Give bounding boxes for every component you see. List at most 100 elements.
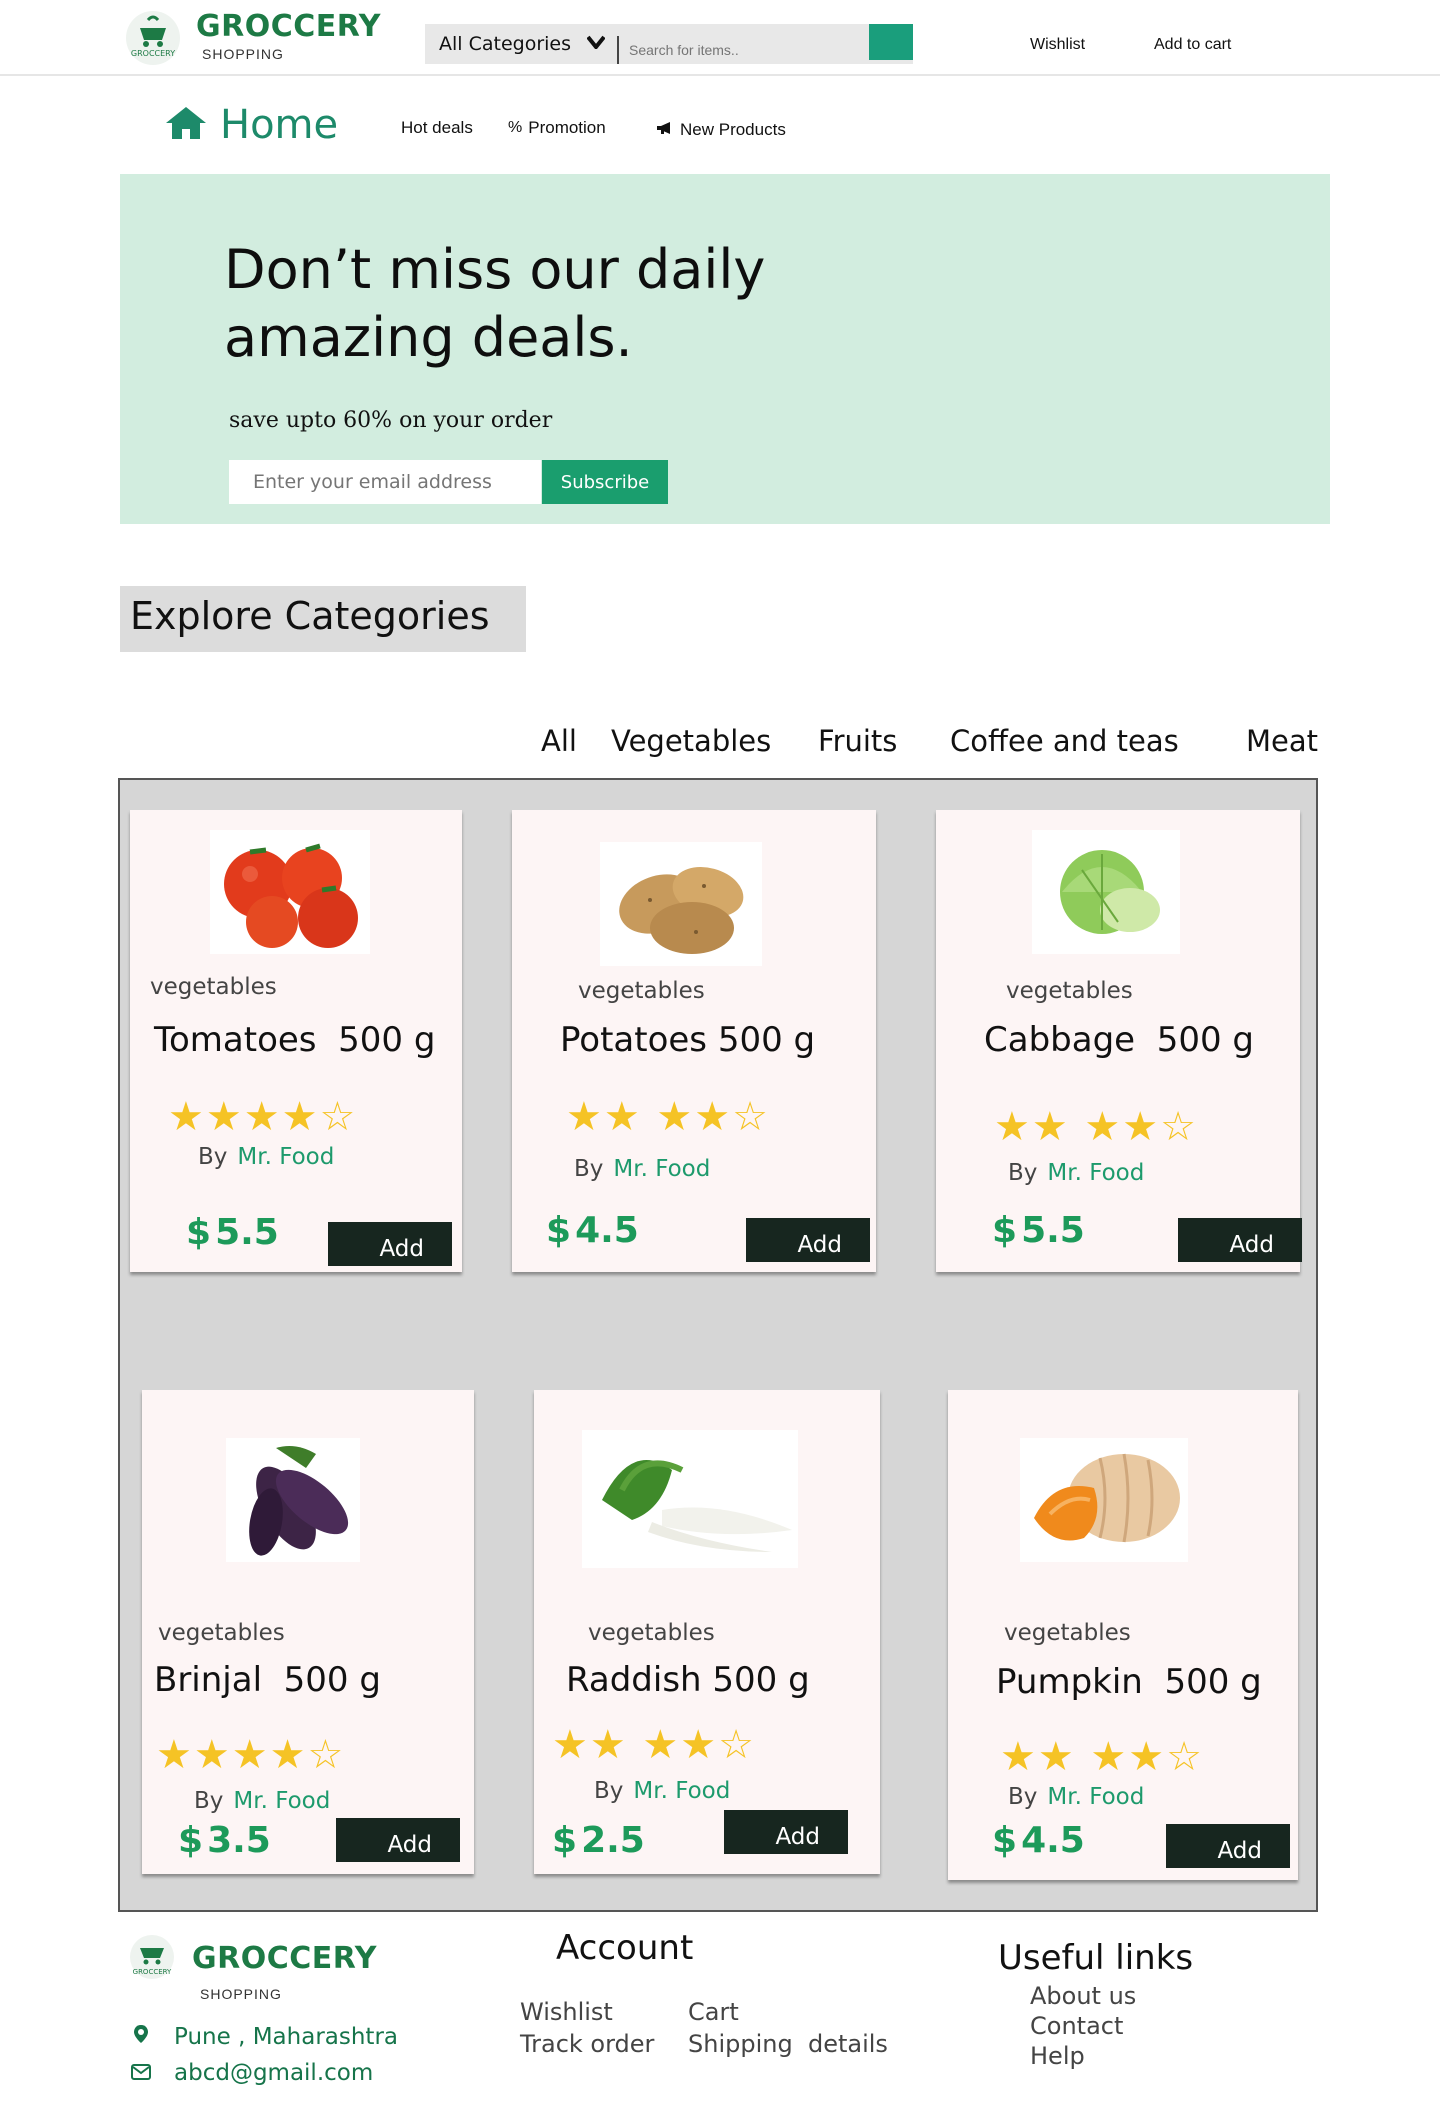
product-card[interactable]: vegetables Raddish 500 g ★★ ★★☆ By Mr. Fo… <box>534 1390 880 1874</box>
top-header: GROCCERY GROCCERY SHOPPING All Categorie… <box>0 0 1440 76</box>
product-name: Potatoes 500 g <box>560 1020 816 1060</box>
product-price: $5.5 <box>186 1212 279 1253</box>
nav-new-products[interactable]: New Products <box>656 120 786 140</box>
vendor-line: By Mr. Food <box>198 1144 335 1170</box>
search-bar: All Categories <box>425 24 913 64</box>
product-category: vegetables <box>150 974 277 1000</box>
add-to-cart-link[interactable]: Add to cart <box>1154 36 1231 54</box>
subscribe-button[interactable]: Subscribe <box>542 460 668 504</box>
product-category: vegetables <box>578 978 705 1004</box>
footer-link-wishlist[interactable]: Wishlist <box>520 1998 613 2026</box>
nav-home-label: Home <box>220 102 339 148</box>
footer-location-text: Pune , Maharashtra <box>174 2024 398 2050</box>
product-name: Pumpkin 500 g <box>996 1662 1262 1702</box>
product-grid: vegetables Tomatoes 500 g ★★★★☆ By Mr. Fo… <box>118 778 1318 1912</box>
vendor-line: By Mr. Food <box>574 1156 711 1182</box>
add-button[interactable]: Add <box>328 1222 452 1266</box>
filter-tab-fruits[interactable]: Fruits <box>818 724 897 758</box>
product-card[interactable]: vegetables Potatoes 500 g ★★ ★★☆ By Mr. F… <box>512 810 876 1272</box>
footer-link-cart[interactable]: Cart <box>688 1998 739 2026</box>
product-name: Cabbage 500 g <box>984 1020 1254 1060</box>
category-select[interactable]: All Categories <box>425 24 617 64</box>
add-button[interactable]: Add <box>1166 1824 1290 1868</box>
nav-promotion[interactable]: % Promotion <box>508 118 606 138</box>
search-button[interactable] <box>869 24 913 60</box>
add-button[interactable]: Add <box>1178 1218 1302 1262</box>
brand-tagline: SHOPPING <box>202 46 284 62</box>
category-select-label: All Categories <box>439 33 572 55</box>
rating-stars: ★★ ★★☆ <box>994 1104 1199 1150</box>
svg-text:GROCCERY: GROCCERY <box>131 49 175 58</box>
hero-subtitle: save upto 60% on your order <box>229 408 553 433</box>
footer-link-help[interactable]: Help <box>1030 2042 1085 2070</box>
home-icon <box>164 105 208 145</box>
wishlist-link[interactable]: Wishlist <box>1030 36 1085 54</box>
footer-account-title: Account <box>556 1928 694 1968</box>
footer-brand-name: GROCCERY <box>192 1941 377 1976</box>
product-card[interactable]: vegetables Tomatoes 500 g ★★★★☆ By Mr. Fo… <box>130 810 462 1272</box>
footer-location: Pune , Maharashtra <box>130 2024 398 2050</box>
potatoes-image <box>600 842 762 966</box>
product-price: $4.5 <box>546 1210 639 1251</box>
footer-email-text: abcd@gmail.com <box>174 2060 374 2086</box>
vendor-link[interactable]: Mr. Food <box>233 1788 330 1814</box>
product-name: Raddish 500 g <box>566 1660 810 1700</box>
product-category: vegetables <box>1006 978 1133 1004</box>
footer-link-shipping-details[interactable]: Shipping details <box>688 2030 888 2058</box>
add-button[interactable]: Add <box>336 1818 460 1862</box>
rating-stars: ★★ ★★☆ <box>566 1094 771 1140</box>
filter-tab-coffee-and-teas[interactable]: Coffee and teas <box>950 724 1179 758</box>
vendor-line: By Mr. Food <box>1008 1160 1145 1186</box>
footer-email[interactable]: abcd@gmail.com <box>130 2060 373 2086</box>
footer-link-track-order[interactable]: Track order <box>520 2030 654 2058</box>
chevron-down-icon <box>586 35 606 53</box>
product-name: Tomatoes 500 g <box>154 1020 436 1060</box>
nav-new-products-label: New Products <box>680 120 786 139</box>
brand-name: GROCCERY <box>196 9 381 44</box>
add-button[interactable]: Add <box>746 1218 870 1262</box>
filter-tab-all[interactable]: All <box>541 724 577 758</box>
logo-badge-icon: GROCCERY <box>122 1934 182 1980</box>
rating-stars: ★★★★☆ <box>156 1732 346 1778</box>
product-name: Brinjal 500 g <box>154 1660 381 1700</box>
nav-hot-deals[interactable]: Hot deals <box>401 118 473 138</box>
hero-title: Don’t miss our daily amazing deals. <box>224 238 766 369</box>
footer-brand-logo[interactable]: GROCCERY GROCCERY SHOPPING <box>122 1934 377 2002</box>
product-price: $3.5 <box>178 1820 271 1861</box>
cabbage-image <box>1032 830 1180 954</box>
vendor-link[interactable]: Mr. Food <box>1047 1160 1144 1186</box>
brand-logo[interactable]: GROCCERY GROCCERY SHOPPING <box>120 10 381 66</box>
product-card[interactable]: vegetables Cabbage 500 g ★★ ★★☆ By Mr. Fo… <box>936 810 1302 1272</box>
product-price: $5.5 <box>992 1210 1085 1251</box>
product-card[interactable]: vegetables Pumpkin 500 g ★★ ★★☆ By Mr. Fo… <box>948 1390 1298 1880</box>
product-card[interactable]: vegetables Brinjal 500 g ★★★★☆ By Mr. Foo… <box>142 1390 474 1874</box>
nav-promotion-label: Promotion <box>528 118 606 137</box>
filter-tab-vegetables[interactable]: Vegetables <box>611 724 771 758</box>
pumpkin-image <box>1020 1438 1188 1562</box>
product-category: vegetables <box>1004 1620 1131 1646</box>
footer-link-about-us[interactable]: About us <box>1030 1982 1136 2010</box>
rating-stars: ★★ ★★☆ <box>1000 1734 1205 1780</box>
footer-brand-tagline: SHOPPING <box>200 1986 282 2002</box>
vendor-link[interactable]: Mr. Food <box>633 1778 730 1804</box>
product-price: $4.5 <box>992 1820 1085 1861</box>
tomatoes-image <box>210 830 370 954</box>
megaphone-icon <box>656 121 674 140</box>
footer-useful-links-title: Useful links <box>998 1938 1194 1978</box>
vendor-link[interactable]: Mr. Food <box>237 1144 334 1170</box>
add-button[interactable]: Add <box>724 1810 848 1854</box>
product-price: $2.5 <box>552 1820 645 1861</box>
vendor-link[interactable]: Mr. Food <box>613 1156 710 1182</box>
explore-categories-title: Explore Categories <box>120 586 526 652</box>
map-pin-icon <box>130 2024 152 2050</box>
nav-home[interactable]: Home <box>164 102 338 148</box>
search-input[interactable] <box>617 36 843 64</box>
logo-badge-icon: GROCCERY <box>120 10 186 66</box>
vendor-line: By Mr. Food <box>194 1788 331 1814</box>
footer-link-contact[interactable]: Contact <box>1030 2012 1123 2040</box>
percent-icon: % <box>508 119 523 136</box>
vendor-link[interactable]: Mr. Food <box>1047 1784 1144 1810</box>
filter-tab-meat[interactable]: Meat <box>1246 724 1318 758</box>
email-field[interactable] <box>229 460 541 504</box>
rating-stars: ★★ ★★☆ <box>552 1722 757 1768</box>
